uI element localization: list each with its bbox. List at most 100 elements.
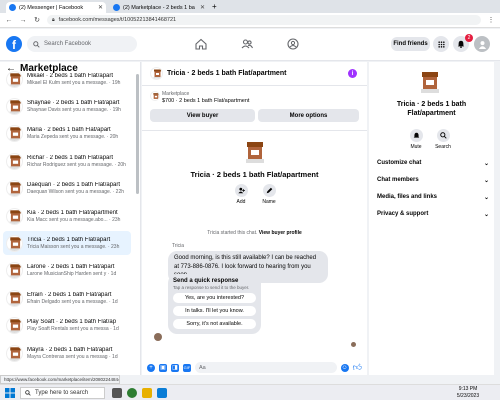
close-tab-icon[interactable]: ✕	[200, 4, 205, 11]
image-icon[interactable]: ▣	[159, 363, 167, 372]
conversation-text: Mikael · 2 beds 1 bath Flat/apart Mikael …	[27, 73, 131, 86]
back-icon[interactable]: ←	[5, 17, 13, 24]
message-composer: + ▣ ◨ GIF Aa ☺ 👍︎	[142, 360, 367, 375]
chat-members-row[interactable]: Chat members ⌄	[377, 177, 489, 184]
browser-toolbar: ← → ↻ 🔒︎ facebook.com/messages/t/1005221…	[0, 13, 500, 28]
home-icon[interactable]	[195, 38, 207, 50]
browser-tab-bar: (2) Messenger | Facebook ✕ (2) Marketpla…	[0, 0, 500, 13]
chat-started-notice: Tricia started this chat. View buyer pro…	[142, 230, 367, 236]
menu-grid-button[interactable]	[433, 36, 449, 52]
conversation-title: Play Soaft · 2 beds 1 bath Flat/ap	[27, 319, 117, 326]
seen-avatar	[351, 342, 356, 347]
thumbs-up-icon[interactable]: 👍︎	[353, 362, 362, 373]
friends-icon[interactable]	[241, 38, 253, 50]
edge-icon[interactable]	[157, 388, 167, 398]
quick-response-in-talks[interactable]: In talks. I'll let you know.	[173, 306, 256, 316]
add-action[interactable]: Add	[231, 184, 251, 205]
conversation-item[interactable]: Daequan · 2 beds 1 bath Flat/apart Daequa…	[3, 177, 131, 201]
conversation-item[interactable]: Kia · 2 beds 1 bath Flat/apartment Kia Ma…	[3, 204, 131, 228]
close-tab-icon[interactable]: ✕	[98, 4, 103, 11]
conversation-preview: Tricia Maisson sent you a message. · 23h	[27, 243, 120, 250]
conversation-item[interactable]: Efrain · 2 beds 1 bath Flat/apart Efrain …	[3, 286, 131, 310]
preview-time: 1d	[113, 326, 119, 333]
message-input[interactable]: Aa	[195, 362, 337, 373]
tab-marketplace[interactable]: (2) Marketplace - 2 beds 1 ba ✕	[110, 2, 208, 13]
buyer-avatar	[154, 333, 162, 341]
preview-text: Maria Zepeda sent you a message.	[27, 134, 106, 141]
preview-time: 19h	[112, 79, 121, 86]
conversation-text: Tricia · 2 beds 1 bath Flat/apart Tricia …	[27, 237, 131, 250]
conversation-text: Daequan · 2 beds 1 bath Flat/apart Daequa…	[27, 182, 131, 195]
tab-label: (2) Messenger | Facebook	[19, 4, 84, 11]
chat-info-icon[interactable]: i	[348, 69, 357, 78]
listing-description[interactable]: $700 · 2 beds 1 bath Flat/apartment	[162, 98, 249, 104]
conversation-title: Richar · 2 beds 1 bath Flat/apart	[27, 154, 114, 161]
message-placeholder: Aa	[199, 364, 206, 371]
conversation-item[interactable]: Play Soaft · 2 beds 1 bath Flat/ap Play S…	[3, 314, 131, 338]
conversation-text: Kia · 2 beds 1 bath Flat/apartment Kia Ma…	[27, 210, 131, 223]
sticker-icon[interactable]: ◨	[171, 363, 179, 372]
new-tab-button[interactable]: +	[212, 2, 217, 11]
conversation-thumbnail	[6, 152, 23, 170]
chrome-icon[interactable]	[127, 388, 137, 398]
conversation-item[interactable]: Richar · 2 beds 1 bath Flat/apart Richar …	[3, 149, 131, 173]
media-files-row[interactable]: Media, files and links ⌄	[377, 194, 489, 201]
conversation-thumbnail	[6, 344, 23, 362]
sidebar-scrollbar[interactable]	[136, 74, 139, 194]
facebook-logo[interactable]: f	[6, 36, 22, 52]
privacy-support-row[interactable]: Privacy & support ⌄	[377, 211, 489, 218]
conversation-item[interactable]: Maria · 2 beds 1 bath Flat/apart Maria Ze…	[3, 122, 131, 146]
chevron-down-icon: ⌄	[483, 195, 489, 201]
status-url: https://www.facebook.com/marketplace/ite…	[0, 375, 120, 384]
conversation-item[interactable]: Mayra · 2 beds 1 bath Flat/apart Mayra Co…	[3, 341, 131, 365]
conversation-preview: Mayra Contreras sent you a messag · 1d	[27, 353, 118, 360]
groups-icon[interactable]	[287, 38, 299, 50]
conversation-item[interactable]: Mikael · 2 beds 1 bath Flat/apart Mikael …	[3, 67, 131, 91]
more-options-button[interactable]: More options	[258, 109, 359, 122]
search-action[interactable]: Search	[431, 129, 455, 150]
system-clock[interactable]: 9:13 PM 5/23/2023	[453, 386, 483, 400]
emoji-icon[interactable]: ☺	[340, 363, 349, 372]
conversation-title: Shaynae · 2 beds 1 bath Flat/apart	[27, 99, 120, 106]
conversation-text: Larone · 2 beds 1 bath Flat/apart Larone …	[27, 264, 131, 277]
preview-time: 23h	[111, 243, 120, 250]
conversation-thumbnail	[6, 234, 23, 252]
conversation-item[interactable]: Larone · 2 beds 1 bath Flat/apart Larone …	[3, 259, 131, 283]
quick-response-card: Send a quick response Tap a response to …	[168, 274, 261, 334]
customize-chat-row[interactable]: Customize chat ⌄	[377, 160, 489, 167]
conversation-item[interactable]: Shaynae · 2 beds 1 bath Flat/apart Shayna…	[3, 94, 131, 118]
conversation-title: Efrain · 2 beds 1 bath Flat/apart	[27, 291, 112, 298]
quick-response-title: Send a quick response	[173, 278, 239, 284]
forward-icon[interactable]: →	[19, 17, 27, 24]
view-buyer-button[interactable]: View buyer	[150, 109, 255, 122]
task-view-icon[interactable]	[112, 388, 122, 398]
plus-icon[interactable]: +	[147, 363, 155, 372]
conversation-title: Tricia · 2 beds 1 bath Flat/apartment	[190, 170, 319, 179]
quick-response-not-available[interactable]: Sorry, it's not available.	[173, 319, 256, 329]
tab-messenger[interactable]: (2) Messenger | Facebook ✕	[6, 2, 106, 13]
profile-avatar[interactable]	[474, 36, 490, 52]
listing-source: Marketplace	[162, 91, 190, 97]
conversation-text: Richar · 2 beds 1 bath Flat/apart Richar …	[27, 155, 131, 168]
preview-text: Efrain Delgado sent you a message.	[27, 298, 108, 305]
search-input[interactable]: Search Facebook	[27, 36, 137, 52]
gif-icon[interactable]: GIF	[183, 363, 191, 372]
facebook-favicon-icon	[113, 4, 120, 11]
view-buyer-profile-link[interactable]: View buyer profile	[259, 230, 302, 236]
conversation-preview: Richar Rodriguez sent you a message. · 2…	[27, 161, 126, 168]
conversation-item[interactable]: Tricia · 2 beds 1 bath Flat/apart Tricia …	[3, 231, 131, 256]
taskbar-search-input[interactable]: Type here to search	[20, 387, 105, 399]
preview-text: Richar Rodriguez sent you a message.	[27, 161, 114, 168]
address-bar[interactable]: 🔒︎ facebook.com/messages/t/1005221384146…	[47, 15, 481, 25]
find-friends-button[interactable]: Find friends	[391, 37, 430, 51]
menu-dots-icon[interactable]: ⋮	[487, 16, 495, 24]
conversation-text: Efrain · 2 beds 1 bath Flat/apart Efrain …	[27, 292, 131, 305]
chevron-down-icon: ⌄	[483, 161, 489, 167]
mute-action[interactable]: Mute	[404, 129, 428, 150]
file-explorer-icon[interactable]	[142, 388, 152, 398]
reload-icon[interactable]: ↻	[33, 16, 41, 24]
name-action[interactable]: Name	[259, 184, 279, 205]
quick-response-yes[interactable]: Yes, are you interested?	[173, 293, 256, 303]
listing-thumbnail	[150, 91, 160, 101]
windows-start-icon[interactable]	[5, 388, 15, 398]
